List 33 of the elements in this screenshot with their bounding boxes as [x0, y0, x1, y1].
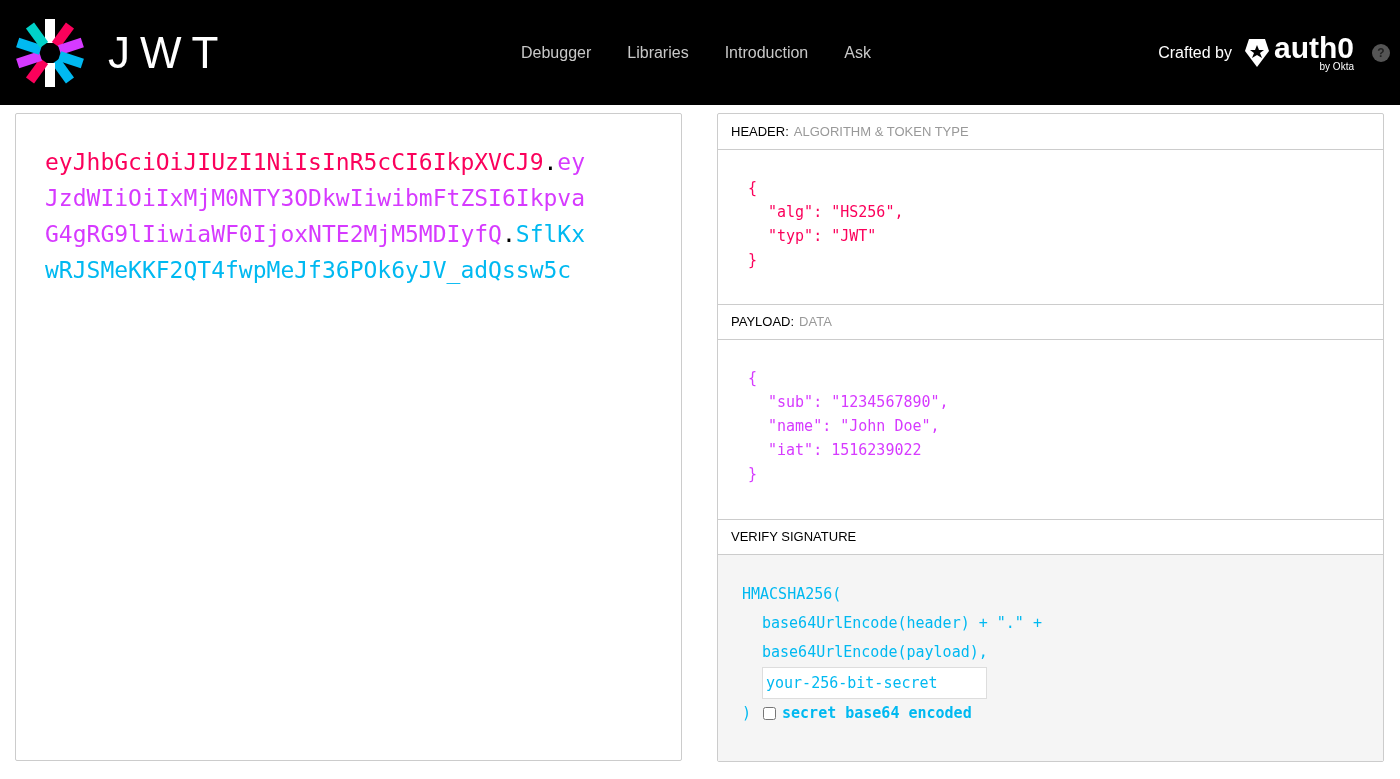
shield-star-icon — [1244, 37, 1270, 68]
brand-name: auth0 — [1274, 33, 1354, 62]
json-brace: { — [748, 368, 758, 389]
logo-starburst-icon — [14, 16, 86, 89]
section-title: VERIFY SIGNATURE — [731, 528, 857, 547]
encoded-token-text[interactable]: eyJhbGciOiJIUzI1NiIsInR5cCI6IkpXVCJ9.eyJzdWIiOiIxMjM0NTY3ODkwIiwibmFtZSI6IkpvaG4gRG9lIiwiaWF0IjoxNTE2MjM5MDIyfQ.SflKxwRJSMeKKF2QT4fwpMeJf36POk6yJV_adQssw5c — [45, 144, 597, 288]
json-line: "name": "John Doe", — [767, 416, 940, 437]
json-line: "typ": "JWT" — [767, 226, 877, 247]
code-line: HMACSHA256( — [742, 584, 842, 605]
json-line: "iat": 1516239022 — [767, 440, 922, 461]
json-line: "sub": "1234567890", — [767, 392, 949, 413]
nav-link[interactable]: Libraries — [627, 40, 689, 65]
crafted-by-text: Crafted by — [1158, 42, 1232, 63]
json-brace: { — [748, 178, 758, 199]
logo-text: JWT — [108, 26, 229, 79]
section-subtitle: ALGORITHM & TOKEN TYPE — [793, 122, 969, 141]
base64-checkbox[interactable] — [763, 707, 777, 720]
section-title: PAYLOAD: — [731, 313, 795, 332]
json-editor[interactable]: { "sub": "1234567890", "name": "John Doe", "iat": 1516239022 } — [718, 340, 1383, 519]
code-line: base64UrlEncode(payload), — [762, 642, 988, 663]
checkbox-label: secret base64 encoded — [782, 703, 972, 724]
json-editor[interactable]: { "alg": "HS256", "typ": "JWT" } — [718, 150, 1383, 304]
code-line: base64UrlEncode(header) + "." + — [762, 613, 1042, 634]
nav-link[interactable]: Introduction — [724, 40, 809, 65]
section-title: HEADER: — [731, 122, 789, 141]
nav-link[interactable]: Debugger — [521, 40, 592, 65]
json-brace: } — [748, 464, 758, 485]
nav-link[interactable]: Ask — [844, 40, 871, 65]
json-line: "alg": "HS256", — [767, 202, 904, 223]
section-subtitle: DATA — [799, 313, 832, 332]
json-brace: } — [748, 250, 758, 271]
code-line: ) — [742, 703, 752, 724]
brand-subtitle: by Okta — [1319, 61, 1354, 72]
